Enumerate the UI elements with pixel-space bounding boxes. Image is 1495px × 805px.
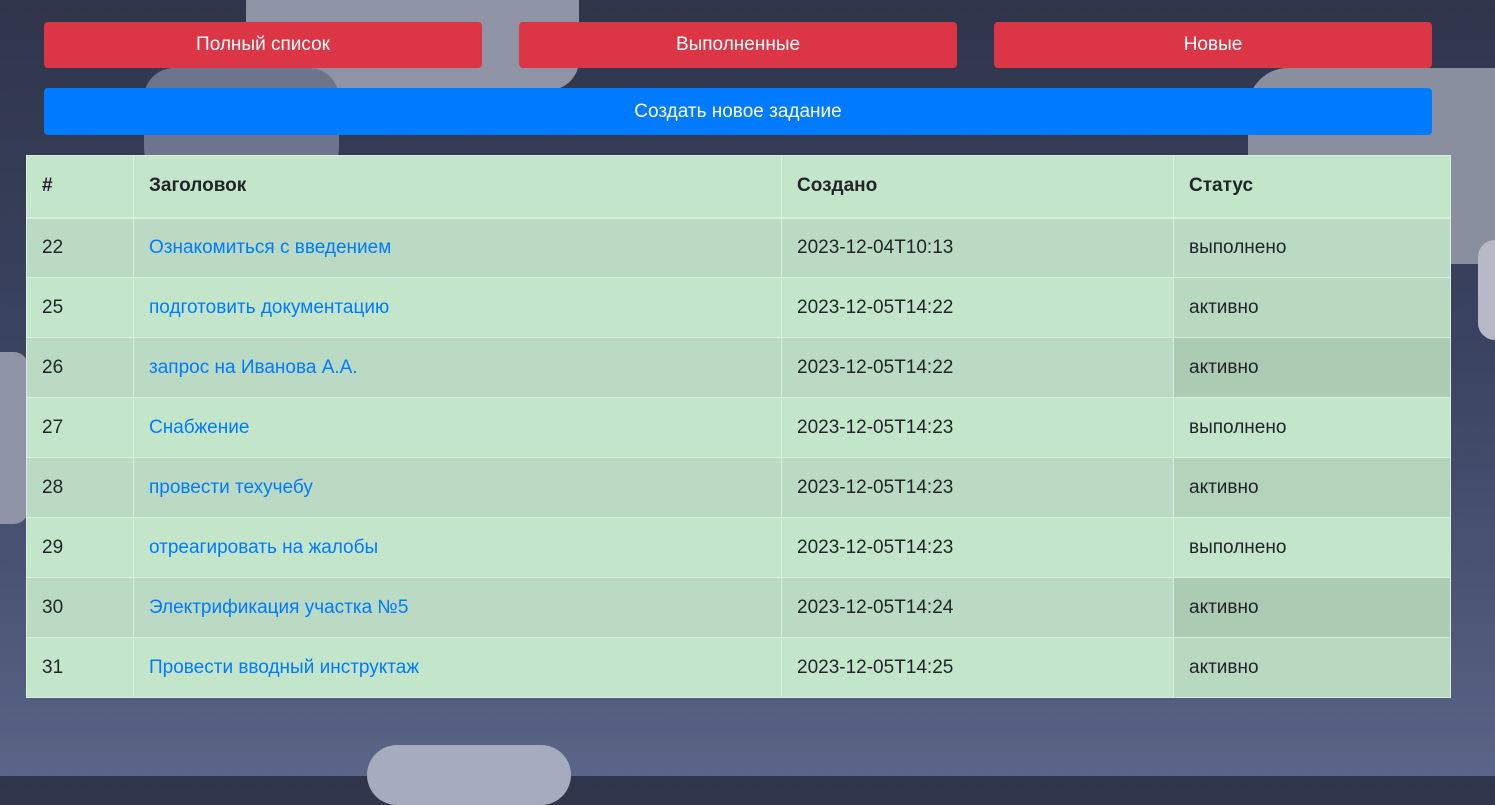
table-row: 31 Провести вводный инструктаж 2023-12-0… [26,637,1451,698]
task-title-cell: Снабжение [133,397,782,458]
task-created: 2023-12-05T14:25 [781,637,1174,698]
task-status: выполнено [1173,517,1451,578]
table-row: 27 Снабжение 2023-12-05T14:23 выполнено [26,397,1451,458]
create-task-button[interactable]: Создать новое задание [44,88,1432,135]
task-title-link[interactable]: Ознакомиться с введением [149,237,391,258]
table-body: 22 Ознакомиться с введением 2023-12-04T1… [26,217,1451,698]
task-title-cell: провести техучебу [133,457,782,518]
column-header-number: # [26,155,134,219]
table-row: 29 отреагировать на жалобы 2023-12-05T14… [26,517,1451,578]
task-created: 2023-12-05T14:23 [781,517,1174,578]
task-created: 2023-12-05T14:22 [781,277,1174,338]
task-status: активно [1173,637,1451,698]
task-id: 31 [26,637,134,698]
task-title-cell: Электрификация участка №5 [133,577,782,638]
task-title-link[interactable]: подготовить документацию [149,297,389,318]
task-status: активно [1173,457,1451,518]
table-row: 26 запрос на Иванова А.А. 2023-12-05T14:… [26,337,1451,398]
background-shape [1478,240,1495,340]
background-shape [367,745,571,805]
tasks-table: # Заголовок Создано Статус 22 Ознакомить… [26,155,1451,698]
task-created: 2023-12-05T14:22 [781,337,1174,398]
table-row: 28 провести техучебу 2023-12-05T14:23 ак… [26,457,1451,518]
table-header-row: # Заголовок Создано Статус [26,155,1451,219]
task-status: выполнено [1173,397,1451,458]
task-id: 27 [26,397,134,458]
task-title-link[interactable]: Электрификация участка №5 [149,597,408,618]
task-id: 25 [26,277,134,338]
task-title-cell: Провести вводный инструктаж [133,637,782,698]
completed-filter-button[interactable]: Выполненные [519,22,957,68]
task-title-link[interactable]: отреагировать на жалобы [149,537,378,558]
task-status: активно [1173,577,1451,638]
task-status: активно [1173,277,1451,338]
task-title-link[interactable]: запрос на Иванова А.А. [149,357,358,378]
task-id: 22 [26,217,134,278]
task-title-cell: подготовить документацию [133,277,782,338]
task-created: 2023-12-05T14:23 [781,397,1174,458]
task-created: 2023-12-04T10:13 [781,217,1174,278]
task-id: 30 [26,577,134,638]
table-row: 30 Электрификация участка №5 2023-12-05T… [26,577,1451,638]
background-shape [0,352,28,524]
task-title-cell: отреагировать на жалобы [133,517,782,578]
task-title-link[interactable]: Провести вводный инструктаж [149,657,419,678]
table-header: # Заголовок Создано Статус [26,155,1451,219]
task-created: 2023-12-05T14:23 [781,457,1174,518]
column-header-title: Заголовок [133,155,782,219]
task-title-link[interactable]: провести техучебу [149,477,313,498]
task-id: 26 [26,337,134,398]
task-id: 28 [26,457,134,518]
column-header-created: Создано [781,155,1174,219]
task-status: активно [1173,337,1451,398]
task-title-cell: Ознакомиться с введением [133,217,782,278]
new-filter-button[interactable]: Новые [994,22,1432,68]
task-title-cell: запрос на Иванова А.А. [133,337,782,398]
task-created: 2023-12-05T14:24 [781,577,1174,638]
task-title-link[interactable]: Снабжение [149,417,249,438]
full-list-button[interactable]: Полный список [44,22,482,68]
table-row: 22 Ознакомиться с введением 2023-12-04T1… [26,217,1451,278]
column-header-status: Статус [1173,155,1451,219]
task-status: выполнено [1173,217,1451,278]
task-id: 29 [26,517,134,578]
table-row: 25 подготовить документацию 2023-12-05T1… [26,277,1451,338]
